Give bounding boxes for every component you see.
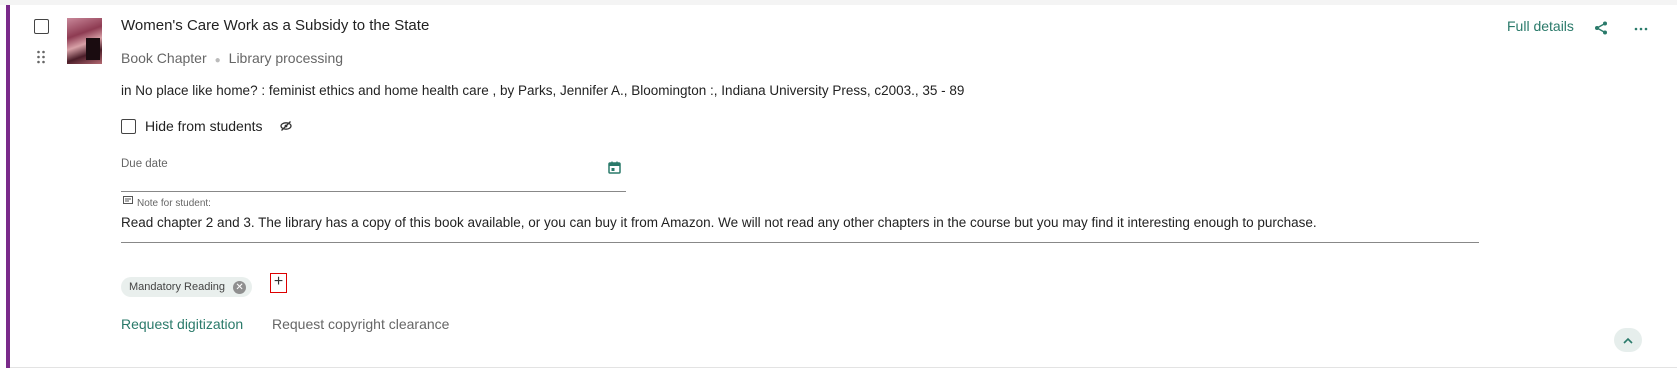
due-date-input[interactable] [121, 191, 626, 192]
item-meta: Book Chapter ● Library processing [121, 50, 343, 66]
due-date-label: Due date [121, 158, 168, 170]
drag-handle-icon[interactable] [36, 50, 46, 64]
request-copyright-clearance-link[interactable]: Request copyright clearance [272, 316, 449, 332]
tag-label: Mandatory Reading [129, 281, 226, 293]
book-cover-thumbnail[interactable] [67, 18, 102, 64]
calendar-icon[interactable] [608, 161, 621, 174]
more-horizontal-icon[interactable] [1634, 22, 1648, 36]
item-citation: in No place like home? : feminist ethics… [121, 83, 965, 98]
add-tag-button[interactable]: + [270, 273, 287, 293]
collapse-button[interactable] [1614, 328, 1642, 352]
item-status: Library processing [228, 50, 344, 66]
item-title[interactable]: Women's Care Work as a Subsidy to the St… [121, 17, 429, 34]
hide-from-students-checkbox[interactable] [121, 119, 136, 134]
chevron-up-icon [1623, 337, 1633, 344]
note-for-student-label: Note for student: [137, 198, 211, 209]
note-icon [123, 196, 133, 204]
note-for-student-field[interactable]: Read chapter 2 and 3. The library has a … [121, 215, 1317, 230]
remove-tag-icon[interactable]: ✕ [233, 280, 247, 294]
note-field-underline [121, 242, 1479, 243]
tag-chip: Mandatory Reading ✕ [121, 277, 253, 297]
item-accent-bar [6, 5, 10, 368]
item-type: Book Chapter [121, 50, 207, 66]
hide-from-students-label[interactable]: Hide from students [145, 118, 263, 134]
eye-off-icon [280, 121, 292, 131]
meta-separator-dot: ● [214, 55, 221, 66]
select-item-checkbox[interactable] [34, 19, 49, 34]
share-icon[interactable] [1594, 21, 1608, 35]
full-details-link[interactable]: Full details [1507, 18, 1574, 34]
request-digitization-link[interactable]: Request digitization [121, 316, 243, 332]
